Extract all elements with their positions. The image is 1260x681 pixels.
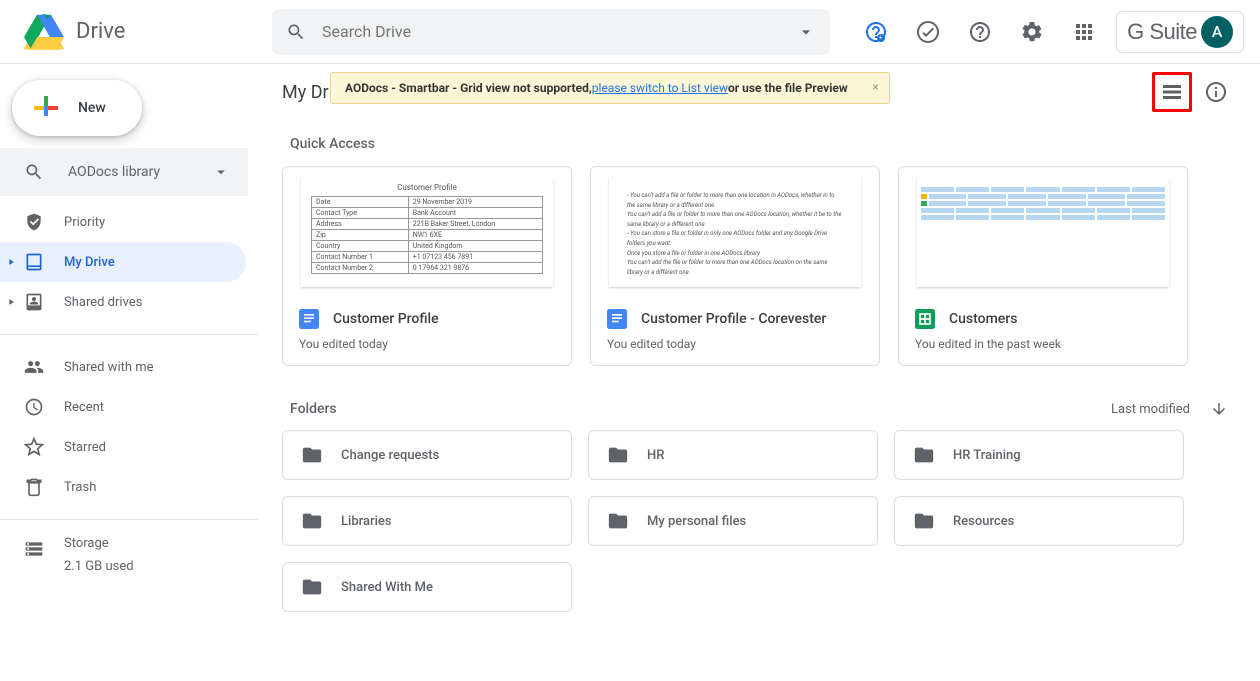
storage-used: 2.1 GB used [64,559,134,574]
storage-title: Storage [64,536,134,551]
new-button-label: New [78,100,106,116]
app-title: Drive [76,19,125,44]
folder-item[interactable]: HR [588,430,878,480]
sort-label: Last modified [1111,402,1190,417]
doc-thumbnail: - You can't add a file or folder to more… [609,177,861,287]
search-icon [286,22,306,42]
folder-icon [913,510,935,532]
drive-logo-icon [24,12,64,52]
folder-item[interactable]: HR Training [894,430,1184,480]
qa-title: Customer Profile - Corevester [641,311,826,327]
offline-ready-icon[interactable] [908,12,948,52]
folder-name: Shared With Me [341,580,433,595]
folder-icon [913,444,935,466]
storage-icon [24,539,44,559]
quick-access-card[interactable]: - You can't add a file or folder to more… [590,166,880,366]
folder-name: Resources [953,514,1014,529]
folders-heading: Folders [290,401,337,417]
qa-title: Customers [949,311,1017,327]
nav-label: Recent [64,400,104,415]
my-drive-icon [24,252,44,272]
search-options-icon[interactable] [796,22,816,42]
docs-icon [607,309,627,329]
plus-icon [28,90,64,126]
folder-item[interactable]: Change requests [282,430,572,480]
nav-label: Shared drives [64,295,142,310]
star-icon [24,437,44,457]
banner-suffix: or use the file Preview [728,81,848,95]
expand-icon[interactable] [6,297,16,307]
warning-banner: AODocs - Smartbar - Grid view not suppor… [330,72,890,104]
storage-section[interactable]: Storage 2.1 GB used [0,526,258,574]
qa-subtitle: You edited in the past week [915,337,1171,351]
nav-label: Shared with me [64,360,154,375]
folder-item[interactable]: Libraries [282,496,572,546]
nav-trash[interactable]: Trash [0,467,246,507]
clock-icon [24,397,44,417]
folder-icon [301,510,323,532]
trash-icon [24,477,44,497]
apps-grid-icon[interactable] [1064,12,1104,52]
nav-shared-drives[interactable]: Shared drives [0,282,246,322]
folder-icon [301,444,323,466]
sheets-icon [915,309,935,329]
nav-label: My Drive [64,255,115,270]
gsuite-label: G Suite [1121,19,1197,45]
search-icon [24,162,44,182]
library-label: AODocs library [68,164,188,180]
folder-name: Change requests [341,448,439,463]
priority-icon [24,212,44,232]
folder-item[interactable]: My personal files [588,496,878,546]
nav-recent[interactable]: Recent [0,387,246,427]
nav-starred[interactable]: Starred [0,427,246,467]
search-bar[interactable] [272,9,830,55]
search-input[interactable] [322,22,780,41]
shared-drives-icon [24,292,44,312]
banner-prefix: AODocs - Smartbar - Grid view not suppor… [345,81,592,95]
folder-item[interactable]: Resources [894,496,1184,546]
folder-icon [301,576,323,598]
qa-subtitle: You edited today [607,337,863,351]
quick-access-card[interactable]: Customers You edited in the past week [898,166,1188,366]
doc-thumbnail: Customer Profile Date29 November 2019Con… [301,177,553,287]
support-icon[interactable] [856,12,896,52]
nav-label: Priority [64,215,105,230]
docs-icon [299,309,319,329]
people-icon [24,357,44,377]
quick-access-heading: Quick Access [290,136,1236,152]
expand-icon[interactable] [6,257,16,267]
sort-control[interactable]: Last modified [1111,400,1228,418]
folder-name: HR Training [953,448,1021,463]
qa-subtitle: You edited today [299,337,555,351]
banner-link[interactable]: please switch to List view [592,81,728,95]
folder-icon [607,444,629,466]
arrow-down-icon [1210,400,1228,418]
new-button[interactable]: New [12,80,142,136]
sheet-thumbnail [917,177,1169,287]
qa-title: Customer Profile [333,311,439,327]
details-button[interactable] [1196,72,1236,112]
settings-icon[interactable] [1012,12,1052,52]
nav-label: Trash [64,480,96,495]
folder-name: HR [647,448,664,463]
gsuite-badge[interactable]: G Suite A [1116,11,1244,53]
list-view-button[interactable] [1152,72,1192,112]
folder-icon [607,510,629,532]
banner-close-icon[interactable]: × [872,80,879,94]
info-icon [1204,80,1228,104]
nav-priority[interactable]: Priority [0,202,246,242]
folder-item[interactable]: Shared With Me [282,562,572,612]
chevron-down-icon [212,163,230,181]
list-view-icon [1160,80,1184,104]
nav-my-drive[interactable]: My Drive [0,242,246,282]
nav-label: Starred [64,440,106,455]
nav-shared-with-me[interactable]: Shared with me [0,347,246,387]
help-icon[interactable] [960,12,1000,52]
quick-access-card[interactable]: Customer Profile Date29 November 2019Con… [282,166,572,366]
account-avatar[interactable]: A [1201,16,1233,48]
library-selector[interactable]: AODocs library [0,148,248,196]
folder-name: My personal files [647,514,746,529]
folder-name: Libraries [341,514,392,529]
